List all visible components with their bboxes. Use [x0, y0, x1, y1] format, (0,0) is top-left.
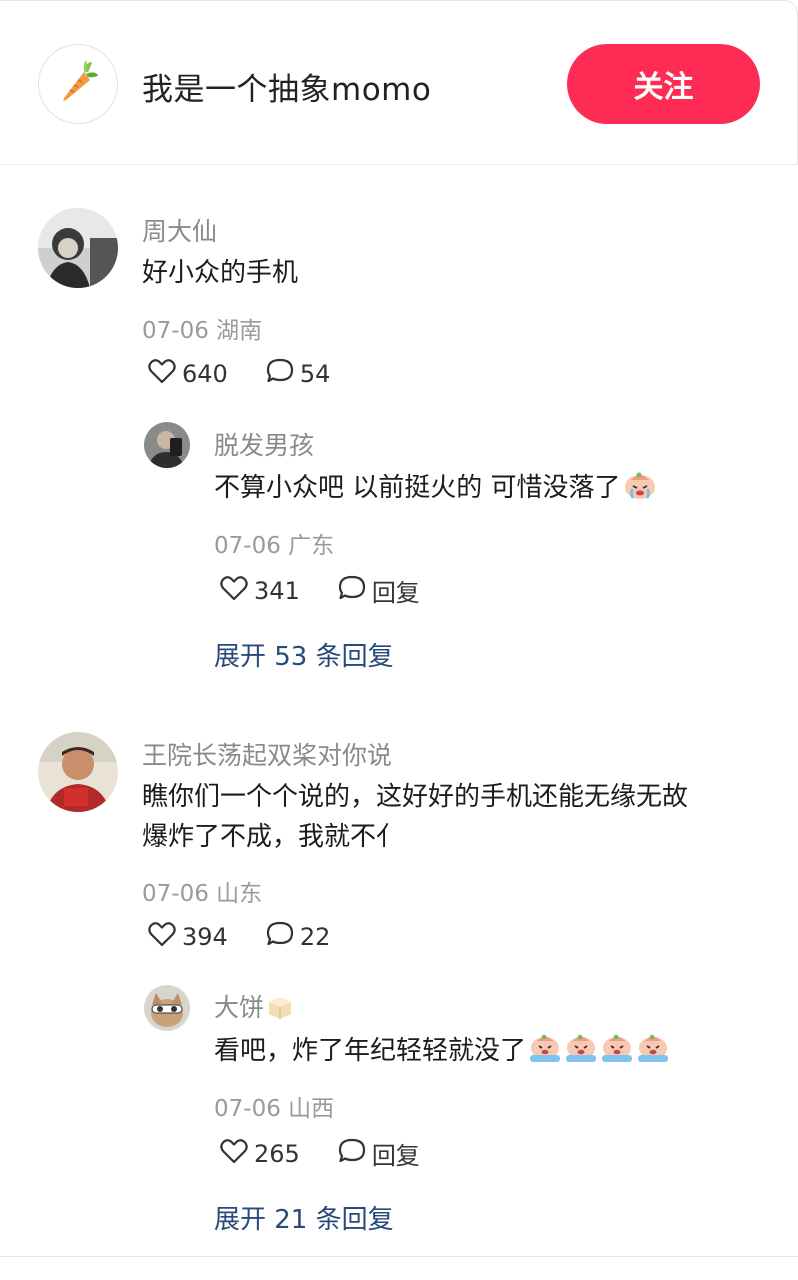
reply-meta: 07-06 广东 [214, 526, 334, 560]
reply-text: 看吧，炸了年纪轻轻就没了 [214, 1030, 670, 1076]
reply-label: 回复 [371, 579, 420, 607]
comment-text-line: 瞧你们一个个说的，这好好的手机还能无缘无故 [142, 782, 689, 812]
reply-actions: 341 回复 [220, 573, 420, 608]
follow-button[interactable]: 关注 [567, 44, 760, 124]
comment-actions: 394 22 [148, 921, 330, 953]
heart-icon [220, 1138, 254, 1170]
like-count: 265 [254, 1139, 300, 1168]
comment-actions: 640 54 [148, 358, 330, 390]
replier-name[interactable]: 脱发男孩 [214, 426, 314, 462]
crying-face-icon [528, 1033, 562, 1076]
comment-text: 好小众的手机 [142, 258, 299, 288]
reply-meta: 07-06 山西 [214, 1089, 334, 1123]
like-button[interactable]: 265 [220, 1138, 300, 1170]
reply-text-content: 不算小众吧 以前挺火的 可惜没落了 [214, 473, 621, 503]
comment-text-line: 爆炸了不成，我就不亻 [142, 822, 403, 852]
reply-count: 22 [299, 923, 331, 951]
crying-face-icon [600, 1033, 634, 1076]
like-count: 640 [182, 360, 228, 388]
crying-face-icon [564, 1033, 598, 1076]
reply-label: 回复 [371, 1142, 420, 1170]
box-icon [266, 994, 294, 1026]
heart-icon [220, 575, 254, 607]
expand-replies-link[interactable]: 展开 53 条回复 [214, 636, 394, 673]
reply-count-button[interactable]: 54 [266, 358, 331, 390]
replier-name-text: 大饼 [214, 993, 265, 1022]
divider [0, 1256, 798, 1257]
post-header: 我是一个抽象momo 关注 [0, 0, 798, 165]
like-button[interactable]: 394 [148, 921, 228, 953]
crying-face-icon [623, 470, 657, 513]
reply-text: 不算小众吧 以前挺火的 可惜没落了 [214, 467, 657, 513]
heart-icon [148, 921, 182, 953]
commenter-avatar[interactable] [38, 208, 118, 288]
comment-date: 07-06 [142, 881, 209, 907]
author-avatar[interactable] [38, 44, 118, 124]
replier-avatar[interactable] [144, 422, 190, 468]
reply-date: 07-06 [214, 533, 281, 559]
comment-bubble-icon [338, 575, 372, 607]
comment-meta: 07-06 山东 [142, 874, 262, 908]
comment-location: 山东 [216, 881, 263, 907]
like-count: 394 [182, 923, 228, 951]
reply-count: 54 [299, 360, 331, 388]
reply-date: 07-06 [214, 1096, 281, 1122]
comment-date: 07-06 [142, 318, 209, 344]
replier-avatar[interactable] [144, 985, 190, 1031]
reply-button[interactable]: 回复 [338, 1136, 420, 1171]
comment-meta: 07-06 湖南 [142, 311, 262, 345]
like-button[interactable]: 341 [220, 575, 300, 607]
reply-location: 广东 [288, 533, 335, 559]
replier-name[interactable]: 大饼 [214, 988, 294, 1026]
reply-button[interactable]: 回复 [338, 573, 420, 608]
crying-face-icon [636, 1033, 670, 1076]
like-count: 341 [254, 576, 300, 605]
reply-actions: 265 回复 [220, 1136, 420, 1171]
expand-replies-link[interactable]: 展开 21 条回复 [214, 1199, 394, 1236]
author-name[interactable]: 我是一个抽象momo [142, 64, 431, 109]
like-button[interactable]: 640 [148, 358, 228, 390]
commenter-name[interactable]: 王院长荡起双桨对你说 [142, 736, 392, 772]
comment-location: 湖南 [216, 318, 263, 344]
heart-icon [148, 358, 182, 390]
carrot-icon [56, 58, 100, 110]
comment-bubble-icon [266, 358, 300, 390]
comment-bubble-icon [266, 921, 300, 953]
commenter-name[interactable]: 周大仙 [142, 212, 217, 248]
reply-count-button[interactable]: 22 [266, 921, 331, 953]
comment-bubble-icon [338, 1138, 372, 1170]
commenter-avatar[interactable] [38, 732, 118, 812]
reply-location: 山西 [288, 1096, 335, 1122]
reply-text-content: 看吧，炸了年纪轻轻就没了 [214, 1036, 527, 1066]
